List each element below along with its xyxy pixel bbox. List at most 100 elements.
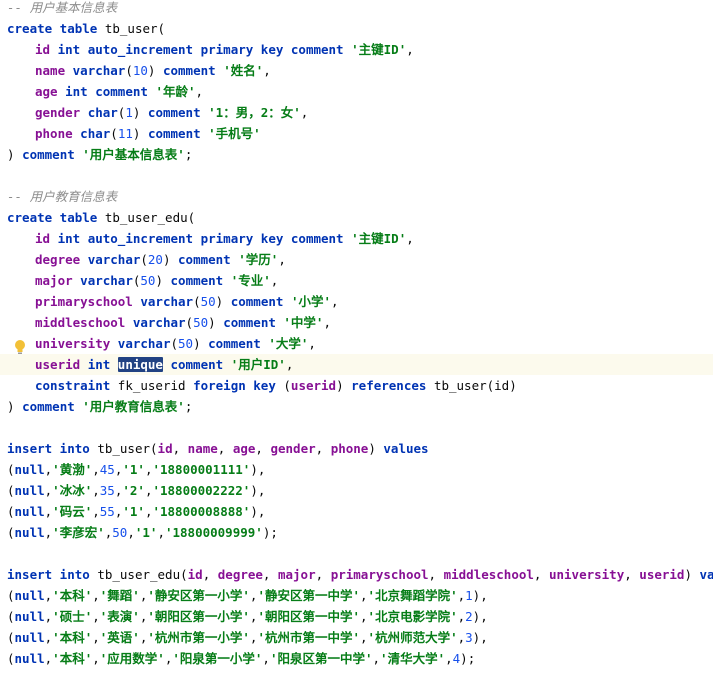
code-line[interactable]: -- 用户基本信息表	[7, 0, 117, 18]
code-token: insert into	[7, 567, 90, 582]
code-token: null	[14, 504, 45, 519]
code-line[interactable]: id int auto_increment primary key commen…	[35, 39, 414, 60]
code-line[interactable]: (null,'李彦宏',50,'1','18800009999');	[7, 522, 278, 543]
code-token: null	[14, 525, 45, 540]
code-token: 35	[99, 483, 115, 498]
code-token: values	[699, 567, 713, 582]
code-token: '18800002222'	[152, 483, 251, 498]
code-token: major	[35, 273, 73, 288]
code-line[interactable]: ) comment '用户教育信息表';	[7, 396, 192, 417]
code-line[interactable]: major varchar(50) comment '专业',	[35, 270, 278, 291]
code-token: comment	[22, 147, 75, 162]
code-token: null	[14, 483, 45, 498]
code-line[interactable]: (null,'本科','舞蹈','静安区第一小学','静安区第一中学','北京舞…	[7, 585, 488, 606]
code-token: '码云'	[52, 504, 93, 519]
code-token: null	[14, 462, 45, 477]
code-line[interactable]: primaryschool varchar(50) comment '小学',	[35, 291, 339, 312]
code-token: null	[14, 630, 45, 645]
code-token: age	[232, 441, 256, 456]
code-line[interactable]: degree varchar(20) comment '学历',	[35, 249, 286, 270]
sql-code-editor[interactable]: -- 用户基本信息表 create table tb_user(id int au…	[0, 0, 713, 682]
code-token: '静安区第一中学'	[257, 588, 361, 603]
code-token: varchar	[117, 336, 171, 351]
code-token: id	[187, 567, 203, 582]
code-token: major	[277, 567, 316, 582]
code-token: '清华大学'	[380, 651, 446, 666]
code-token: constraint	[35, 378, 111, 393]
code-line[interactable]: university varchar(50) comment '大学',	[35, 333, 316, 354]
code-token: 50	[112, 525, 128, 540]
code-token: phone	[35, 126, 73, 141]
code-line[interactable]: id int auto_increment primary key commen…	[35, 228, 414, 249]
sql-comment: -- 用户教育信息表	[7, 189, 118, 204]
code-token: 2	[465, 609, 473, 624]
code-line[interactable]: (null,'本科','英语','杭州市第一小学','杭州市第一中学','杭州师…	[7, 627, 488, 648]
code-line[interactable]: constraint fk_userid foreign key (userid…	[35, 375, 517, 396]
code-line[interactable]: middleschool varchar(50) comment '中学',	[35, 312, 331, 333]
code-token: '应用数学'	[99, 651, 165, 666]
code-token: '朝阳区第一中学'	[257, 609, 361, 624]
code-token: '杭州市第一小学'	[147, 630, 250, 645]
code-token: int	[65, 84, 88, 99]
code-line[interactable]: (null,'码云',55,'1','18800008888'),	[7, 501, 265, 522]
code-line[interactable]: age int comment '年龄',	[35, 81, 203, 102]
code-line[interactable]: insert into tb_user(id, name, age, gende…	[7, 438, 429, 459]
code-token: comment	[290, 231, 344, 246]
code-token: 50	[140, 273, 156, 288]
code-line[interactable]: (null,'硕士','表演','朝阳区第一小学','朝阳区第一中学','北京电…	[7, 606, 488, 627]
code-token: '杭州师范大学'	[367, 630, 458, 645]
code-line[interactable]: userid int unique comment '用户ID',	[0, 354, 713, 375]
code-token: '小学'	[290, 294, 331, 309]
code-token: degree	[217, 567, 263, 582]
code-token: '2'	[122, 483, 145, 498]
code-token: comment	[147, 105, 201, 120]
code-line[interactable]: (null,'本科','应用数学','阳泉第一小学','阳泉区第一中学','清华…	[7, 648, 475, 669]
code-token: '手机号'	[208, 126, 261, 141]
code-token: middleschool	[443, 567, 534, 582]
code-token: 3	[465, 630, 473, 645]
code-line[interactable]: create table tb_user(	[7, 18, 165, 39]
code-token: comment	[170, 357, 224, 372]
code-token: comment	[178, 252, 231, 267]
code-token: '本科'	[52, 588, 93, 603]
code-token: userid	[35, 357, 81, 372]
code-token: auto_increment primary key	[87, 231, 284, 246]
code-token: '1'	[134, 525, 158, 540]
code-token: '用户基本信息表'	[82, 147, 185, 162]
code-token: phone	[330, 441, 369, 456]
code-token: '18800001111'	[152, 462, 251, 477]
code-token: '朝阳区第一小学'	[147, 609, 250, 624]
code-line[interactable]: phone char(11) comment '手机号'	[35, 123, 261, 144]
code-token: '阳泉第一小学'	[172, 651, 263, 666]
code-line[interactable]: insert into tb_user_edu(id, degree, majo…	[7, 564, 713, 585]
code-token: id	[35, 42, 51, 57]
code-token: '年龄'	[155, 84, 196, 99]
code-line[interactable]: gender char(1) comment '1：男，2：女',	[35, 102, 308, 123]
code-token: '静安区第一小学'	[147, 588, 250, 603]
code-token: id	[157, 441, 173, 456]
code-line[interactable]: (null,'冰冰',35,'2','18800002222'),	[7, 480, 265, 501]
code-token: comment	[290, 42, 344, 57]
code-token: '1'	[122, 462, 145, 477]
code-token: '用户ID'	[230, 357, 286, 372]
code-token: '冰冰'	[52, 483, 93, 498]
code-token: '学历'	[238, 252, 279, 267]
code-line[interactable]: -- 用户教育信息表	[7, 186, 117, 207]
sql-comment: -- 用户基本信息表	[7, 0, 118, 15]
code-token: '用户教育信息表'	[82, 399, 185, 414]
code-token: 1	[125, 105, 133, 120]
code-token: varchar	[87, 252, 141, 267]
code-token: values	[383, 441, 429, 456]
code-token: gender	[35, 105, 81, 120]
code-token: 45	[99, 462, 115, 477]
code-token: '1：男，2：女'	[208, 105, 301, 120]
lightbulb-icon[interactable]	[14, 339, 26, 355]
code-line[interactable]: (null,'黄渤',45,'1','18800001111'),	[7, 459, 265, 480]
code-token: foreign key	[193, 378, 276, 393]
code-line[interactable]: create table tb_user_edu(	[7, 207, 195, 228]
code-token: gender	[270, 441, 316, 456]
code-token: varchar	[72, 63, 126, 78]
code-token: '北京舞蹈学院'	[367, 588, 458, 603]
code-line[interactable]: name varchar(10) comment '姓名',	[35, 60, 271, 81]
code-line[interactable]: ) comment '用户基本信息表';	[7, 144, 192, 165]
